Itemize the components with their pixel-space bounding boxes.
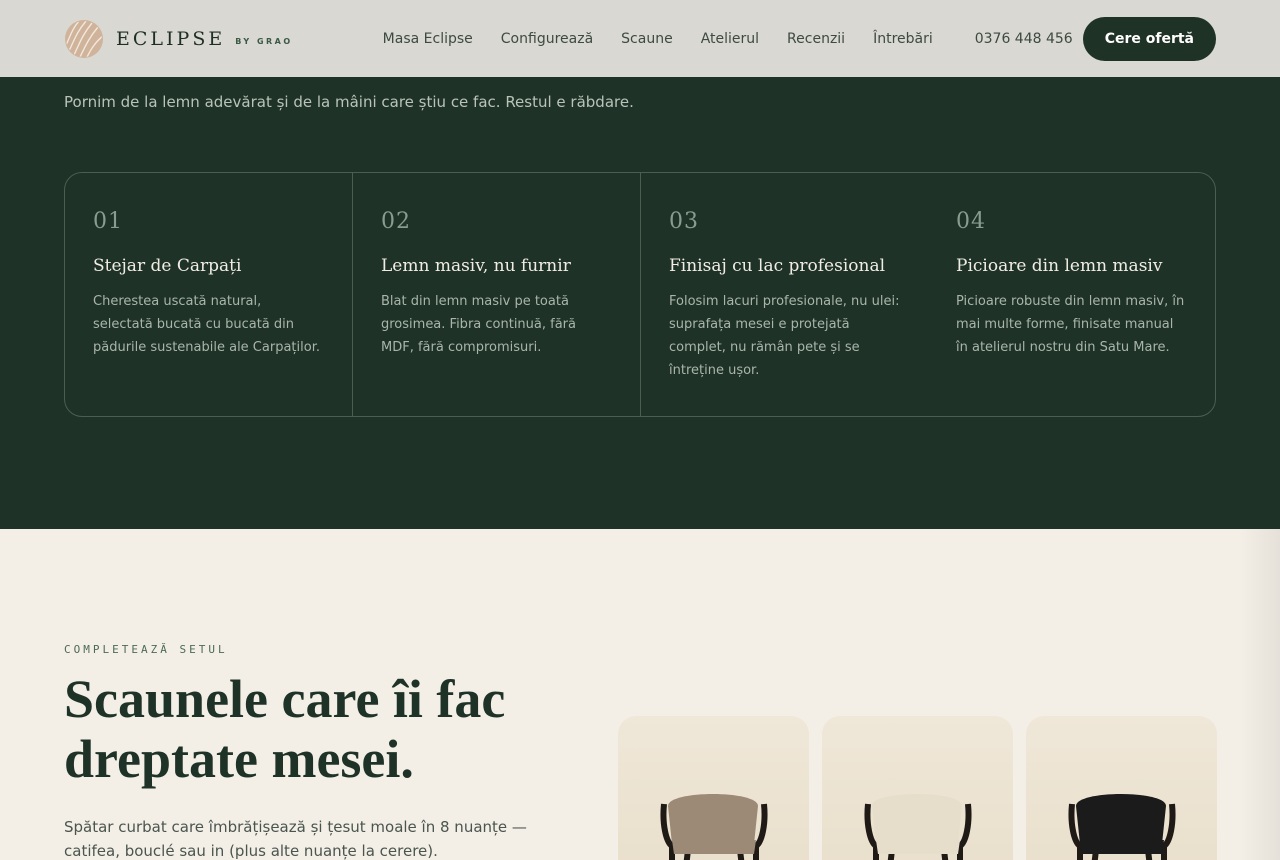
feature-number: 01 <box>93 209 123 234</box>
feature-card: 03 Finisaj cu lac profesional Folosim la… <box>640 173 928 416</box>
feature-number: 02 <box>381 209 411 234</box>
logo-wood-ring-icon <box>65 19 103 58</box>
feature-card: 02 Lemn masiv, nu furnir Blat din lemn m… <box>352 173 640 416</box>
nav-item-masa-eclipse[interactable]: Masa Eclipse <box>383 31 473 47</box>
section-headline: Scaunele care îi fac dreptate mesei. <box>64 669 506 789</box>
feature-card: 04 Picioare din lemn masiv Picioare robu… <box>928 173 1215 416</box>
features-grid: 01 Stejar de Carpați Cherestea uscată na… <box>64 172 1216 417</box>
logo-wordmark: ECLIPSE <box>116 27 226 50</box>
chair-image <box>1068 794 1176 860</box>
feature-title: Stejar de Carpați <box>93 256 242 276</box>
request-offer-button[interactable]: Cere ofertă <box>1082 16 1216 61</box>
nav-item-atelierul[interactable]: Atelierul <box>701 31 759 47</box>
logo-tagline: BY GRAO <box>235 36 293 46</box>
nav-item-configureaza[interactable]: Configurează <box>501 31 593 47</box>
chair-gallery <box>618 716 1217 860</box>
features-intro: Pornim de la lemn adevărat și de la mâin… <box>64 93 634 111</box>
feature-title: Picioare din lemn masiv <box>956 256 1163 276</box>
feature-description: Picioare robuste din lemn masiv, în mai … <box>956 294 1185 355</box>
chair-image <box>660 794 768 860</box>
phone-link[interactable]: 0376 448 456 <box>975 31 1073 47</box>
section-description: Spătar curbat care îmbrățișează și țesut… <box>64 818 527 860</box>
chair-card[interactable] <box>1026 716 1217 860</box>
feature-card: 01 Stejar de Carpați Cherestea uscată na… <box>65 173 352 416</box>
chair-card[interactable] <box>618 716 809 860</box>
feature-description: Cherestea uscată natural, selectată buca… <box>93 294 320 355</box>
feature-description: Folosim lacuri profesionale, nu ulei: su… <box>669 294 900 378</box>
nav-item-intrebari[interactable]: Întrebări <box>873 31 933 47</box>
feature-number: 04 <box>956 209 986 234</box>
feature-number: 03 <box>669 209 699 234</box>
site-header: ECLIPSE BY GRAO Masa Eclipse Configureaz… <box>0 0 1280 77</box>
feature-title: Finisaj cu lac profesional <box>669 256 886 276</box>
chairs-section: COMPLETEAZĂ SETUL Scaunele care îi fac d… <box>0 529 1280 860</box>
logo[interactable]: ECLIPSE BY GRAO <box>64 19 293 59</box>
feature-description: Blat din lemn masiv pe toată grosimea. F… <box>381 294 576 355</box>
main-nav: Masa Eclipse Configurează Scaune Atelier… <box>383 31 961 47</box>
chair-card[interactable] <box>822 716 1013 860</box>
chair-image <box>864 794 972 860</box>
header-actions: 0376 448 456 Cere ofertă <box>975 16 1216 61</box>
nav-item-recenzii[interactable]: Recenzii <box>787 31 845 47</box>
feature-title: Lemn masiv, nu furnir <box>381 256 571 276</box>
nav-item-scaune[interactable]: Scaune <box>621 31 673 47</box>
features-section: Pornim de la lemn adevărat și de la mâin… <box>0 77 1280 529</box>
section-eyebrow: COMPLETEAZĂ SETUL <box>64 643 228 656</box>
